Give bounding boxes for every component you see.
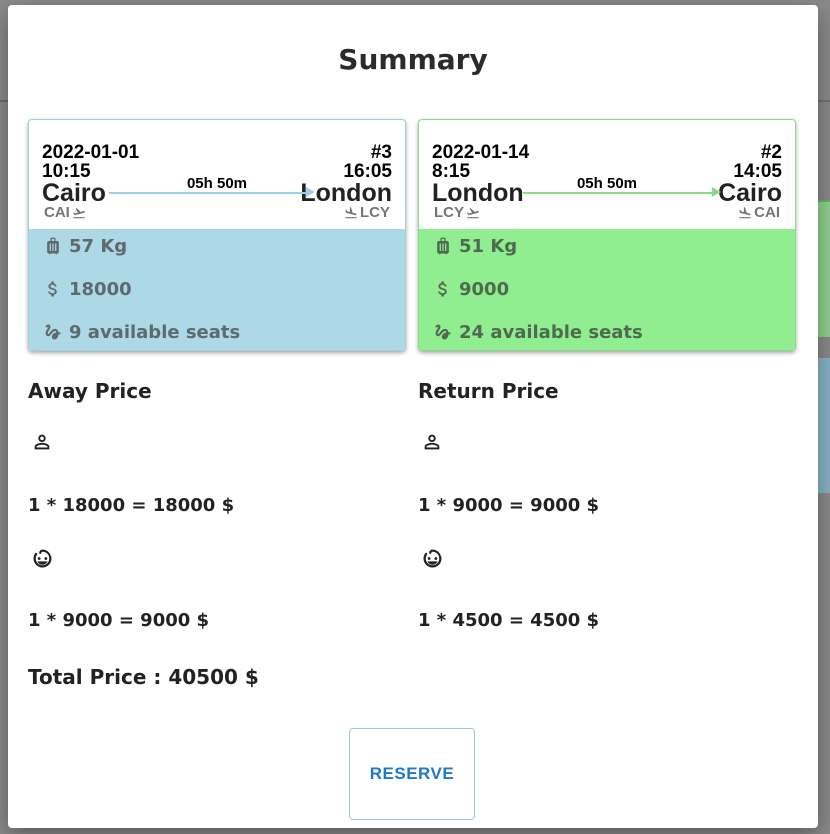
flight-header: 2022-01-01 10:15 #3 16:05 Cairo London 0… — [29, 120, 405, 229]
arrival-code-label: CAI — [754, 204, 780, 221]
person-icon — [424, 434, 440, 450]
route-arrow-icon — [712, 187, 721, 197]
departure-code: CAI — [44, 204, 87, 221]
luggage-icon — [47, 237, 59, 255]
summary-modal: Summary 2022-01-01 10:15 #3 16:05 Cairo … — [8, 5, 818, 828]
child-price-line: 1 * 9000 = 9000 $ — [28, 610, 210, 631]
flight-takeoff-icon — [72, 207, 85, 218]
flight-duration: 05h 50m — [576, 175, 638, 192]
route-line — [109, 192, 307, 194]
arrival-code: LCY — [343, 204, 390, 221]
flight-details: 57 Kg 18000 9 available seats — [29, 229, 405, 350]
flight-land-icon — [345, 206, 357, 218]
price-row: 18000 — [43, 278, 132, 300]
return-flight-card: 2022-01-14 8:15 #2 14:05 London Cairo 05… — [418, 119, 796, 351]
return-price-title: Return Price — [418, 379, 559, 403]
flight-details: 51 Kg 9000 24 available seats — [419, 229, 795, 350]
arrival-code-label: LCY — [360, 204, 390, 221]
baggage-value: 51 Kg — [459, 235, 518, 257]
flight-land-icon — [739, 206, 751, 218]
child-icon — [423, 549, 442, 568]
seats-row: 24 available seats — [433, 321, 643, 343]
baggage-value: 57 Kg — [69, 235, 128, 257]
price-row: 9000 — [433, 278, 509, 300]
price-value: 18000 — [69, 278, 132, 300]
luggage-icon — [437, 237, 449, 255]
away-price-title: Away Price — [28, 379, 152, 403]
seat-icon — [435, 324, 451, 340]
reserve-button[interactable]: RESERVE — [349, 728, 475, 820]
total-price: Total Price : 40500 $ — [28, 665, 259, 689]
departure-code-label: CAI — [44, 204, 70, 221]
flight-takeoff-icon — [467, 207, 479, 218]
departure-code-label: LCY — [434, 204, 464, 221]
baggage-row: 51 Kg — [433, 235, 517, 257]
departure-code: LCY — [434, 204, 481, 221]
dollar-icon — [438, 281, 447, 297]
flight-duration: 05h 50m — [186, 175, 248, 192]
background-card-blue — [816, 358, 830, 493]
price-value: 9000 — [459, 278, 510, 300]
seats-value: 9 available seats — [69, 321, 241, 343]
seat-icon — [45, 324, 61, 340]
away-flight-card: 2022-01-01 10:15 #3 16:05 Cairo London 0… — [28, 119, 406, 351]
flight-header: 2022-01-14 8:15 #2 14:05 London Cairo 05… — [419, 120, 795, 229]
child-icon — [33, 549, 52, 568]
dollar-icon — [48, 281, 57, 297]
adult-price-line: 1 * 18000 = 18000 $ — [28, 495, 235, 516]
route-arrow-icon — [306, 187, 315, 197]
seats-row: 9 available seats — [43, 321, 240, 343]
route-line — [523, 192, 713, 194]
arrival-code: CAI — [737, 204, 780, 221]
modal-title: Summary — [338, 43, 488, 76]
adult-price-line: 1 * 9000 = 9000 $ — [418, 495, 600, 516]
seats-value: 24 available seats — [459, 321, 643, 343]
person-icon — [34, 434, 50, 450]
child-price-line: 1 * 4500 = 4500 $ — [418, 610, 600, 631]
background-card-green — [816, 200, 830, 337]
baggage-row: 57 Kg — [43, 235, 127, 257]
